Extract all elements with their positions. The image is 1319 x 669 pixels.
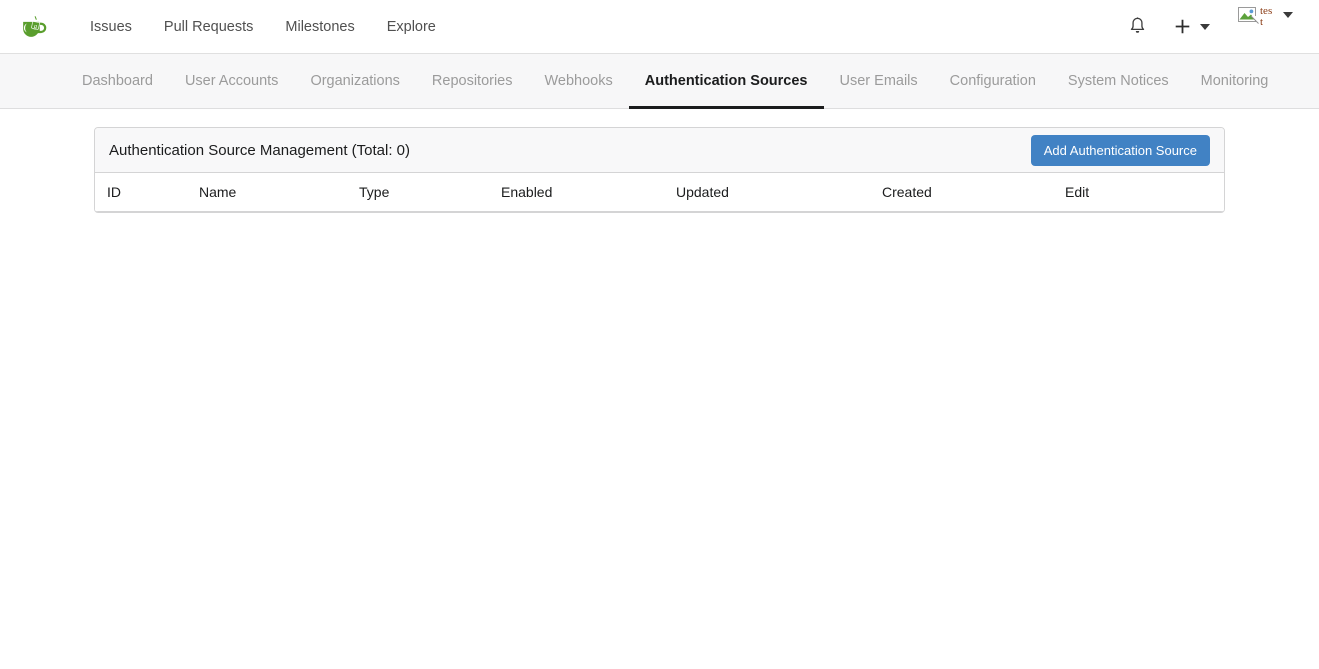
tab-configuration[interactable]: Configuration bbox=[934, 54, 1052, 108]
nav-item-issues[interactable]: Issues bbox=[74, 0, 148, 54]
chevron-down-icon bbox=[1283, 12, 1293, 18]
column-header-type[interactable]: Type bbox=[359, 173, 501, 212]
column-header-enabled[interactable]: Enabled bbox=[501, 173, 676, 212]
tab-repositories[interactable]: Repositories bbox=[416, 54, 529, 108]
column-header-created[interactable]: Created bbox=[882, 173, 1065, 212]
table-header-row: ID Name Type Enabled Updated Created Edi… bbox=[95, 173, 1224, 212]
header-right-actions: test bbox=[1115, 0, 1319, 53]
tab-authentication-sources[interactable]: Authentication Sources bbox=[629, 54, 824, 108]
tab-monitoring[interactable]: Monitoring bbox=[1185, 54, 1285, 108]
panel-header: Authentication Source Management (Total:… bbox=[95, 128, 1224, 173]
nav-item-milestones[interactable]: Milestones bbox=[269, 0, 370, 54]
chevron-down-icon bbox=[1200, 24, 1210, 30]
column-header-edit[interactable]: Edit bbox=[1065, 173, 1224, 212]
gitea-teacup-logo-svg: g bbox=[18, 12, 48, 42]
gitea-logo-icon[interactable]: g bbox=[18, 12, 48, 42]
plus-icon bbox=[1174, 18, 1191, 35]
tab-dashboard[interactable]: Dashboard bbox=[66, 54, 169, 108]
avatar-alt-text: test bbox=[1260, 6, 1274, 28]
tab-system-notices[interactable]: System Notices bbox=[1052, 54, 1185, 108]
tab-user-emails[interactable]: User Emails bbox=[824, 54, 934, 108]
add-authentication-source-button[interactable]: Add Authentication Source bbox=[1031, 135, 1210, 166]
primary-nav: Issues Pull Requests Milestones Explore bbox=[74, 0, 452, 53]
tab-user-accounts[interactable]: User Accounts bbox=[169, 54, 295, 108]
notifications-button[interactable] bbox=[1115, 0, 1160, 54]
create-new-button[interactable] bbox=[1160, 0, 1224, 54]
admin-subnav: Dashboard User Accounts Organizations Re… bbox=[0, 54, 1319, 109]
column-header-name[interactable]: Name bbox=[199, 173, 359, 212]
bell-icon bbox=[1129, 17, 1146, 36]
nav-item-explore[interactable]: Explore bbox=[371, 0, 452, 54]
avatar-broken-image-icon bbox=[1238, 5, 1259, 26]
column-header-id[interactable]: ID bbox=[95, 173, 199, 212]
auth-sources-panel: Authentication Source Management (Total:… bbox=[94, 127, 1225, 213]
nav-item-pull-requests[interactable]: Pull Requests bbox=[148, 0, 269, 54]
user-menu-button[interactable]: test bbox=[1224, 0, 1303, 54]
tab-organizations[interactable]: Organizations bbox=[294, 54, 415, 108]
main-content: Authentication Source Management (Total:… bbox=[0, 109, 1319, 213]
column-header-updated[interactable]: Updated bbox=[676, 173, 882, 212]
tab-webhooks[interactable]: Webhooks bbox=[529, 54, 629, 108]
table-head: ID Name Type Enabled Updated Created Edi… bbox=[95, 173, 1224, 212]
auth-sources-table: ID Name Type Enabled Updated Created Edi… bbox=[95, 173, 1224, 212]
top-header: g Issues Pull Requests Milestones Explor… bbox=[0, 0, 1319, 54]
page-title: Authentication Source Management (Total:… bbox=[109, 142, 410, 159]
